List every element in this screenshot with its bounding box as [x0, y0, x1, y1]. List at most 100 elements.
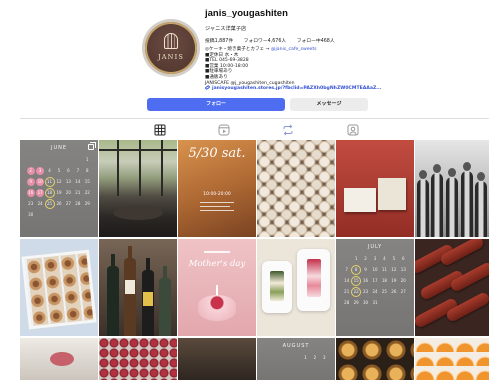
- calendar-day: 5: [57, 168, 61, 173]
- post-tile[interactable]: [336, 140, 414, 237]
- profile-stats: 投稿1,887件 フォロワー4,676人 フォロー中468人: [205, 37, 344, 44]
- calendar-day: 15: [84, 179, 90, 184]
- gift-box-shape: [378, 178, 406, 210]
- calendar-day: 20: [65, 190, 71, 195]
- bio-link-text: janisyougashiten.stores.jp/?fbclid=PAZXh…: [212, 86, 382, 92]
- calendar-blank: [74, 211, 82, 219]
- post-tile-calendar[interactable]: JULY 1 2 3 4 5 6 7 8 9 10 11 12 13 14 15 16 17 18 19 20 21 22…: [336, 239, 414, 336]
- calendar-day: 16: [363, 278, 369, 283]
- calendar-blank: [36, 211, 44, 219]
- post-tile[interactable]: [336, 338, 414, 380]
- calendar-blank: [273, 354, 281, 362]
- calendar-day: 18: [47, 190, 53, 195]
- calendar-day: 31: [372, 300, 378, 305]
- calendar-day: 30: [363, 300, 369, 305]
- calendar-day: 17: [36, 189, 45, 197]
- calendar-blank: [264, 354, 272, 362]
- post-tile[interactable]: [257, 140, 335, 237]
- calendar-day: 8: [352, 266, 360, 274]
- profile-avatar[interactable]: JANIS: [142, 19, 200, 77]
- gift-box-shape: [344, 188, 376, 212]
- message-button[interactable]: メッセージ: [290, 98, 368, 111]
- calendar-blank: [399, 299, 407, 307]
- post-tile[interactable]: [99, 239, 177, 336]
- posts-count: 投稿1,887件: [205, 39, 234, 44]
- post-tile[interactable]: [20, 239, 98, 336]
- calendar-day: 5: [392, 256, 396, 261]
- calendar-day: 22: [84, 190, 90, 195]
- post-tile[interactable]: [178, 338, 256, 380]
- calendar-day: 26: [391, 289, 397, 294]
- calendar-day: 14: [75, 179, 81, 184]
- post-tile[interactable]: [257, 239, 335, 336]
- link-icon: [204, 84, 211, 91]
- post-tile[interactable]: [99, 140, 177, 237]
- calendar-day: 23: [363, 289, 369, 294]
- calendar-day: 9: [364, 267, 367, 272]
- calendar-day: 8: [86, 168, 89, 173]
- person-shape: [475, 172, 487, 237]
- calendar-day: 2: [313, 355, 317, 360]
- calendar-day: 11: [381, 267, 387, 272]
- following-count[interactable]: フォロー中468人: [297, 39, 335, 44]
- calendar-day: 19: [391, 278, 397, 283]
- calendar-day: 24: [372, 289, 378, 294]
- calendar-day: 9: [26, 178, 35, 186]
- calendar-day: 7: [76, 168, 80, 173]
- pastry-shape: [438, 239, 486, 268]
- calendar-blank: [343, 255, 351, 263]
- followers-count[interactable]: フォロワー4,676人: [244, 39, 287, 44]
- bio-external-link[interactable]: janisyougashiten.stores.jp/?fbclid=PAZXh…: [204, 84, 382, 92]
- calendar-day: 1: [354, 256, 358, 261]
- calendar-day: 6: [402, 256, 405, 261]
- tab-tagged[interactable]: [347, 124, 359, 136]
- calendar-day: 3: [373, 256, 377, 261]
- logo-text: JANIS: [157, 53, 184, 61]
- post-overlay-title: 5/30 sat.: [188, 146, 246, 161]
- window-frame: [117, 140, 119, 196]
- calendar-day: 30: [28, 212, 34, 217]
- person-shape: [461, 162, 473, 237]
- post-tile[interactable]: 5/30 sat. 10:00-20:00: [178, 140, 256, 237]
- bottle-shape: [107, 254, 119, 336]
- tagged-icon: [347, 124, 359, 136]
- cookie-box-shape: [21, 249, 97, 330]
- cake-slice-shape: [270, 271, 284, 301]
- calendar-day: 3: [323, 355, 326, 360]
- calendar-day: 24: [37, 201, 43, 206]
- cake-shape: [198, 295, 236, 321]
- post-tile[interactable]: Mother's day: [178, 239, 256, 336]
- tab-reels[interactable]: [218, 124, 230, 136]
- post-tile-calendar[interactable]: JUNE 1 2 3 4 5 6 7 8 9 10 11 12 13 14 15 16 17 18 19 20 21 22…: [20, 140, 98, 237]
- post-tile[interactable]: [99, 338, 177, 380]
- calendar-blank: [27, 156, 35, 164]
- calendar-day: 19: [56, 190, 62, 195]
- bio-mention-link[interactable]: @janis_cafe_sweets: [271, 47, 317, 52]
- calendar-day: 2: [26, 167, 35, 175]
- calendar-blank: [46, 156, 54, 164]
- calendar-blank: [55, 156, 63, 164]
- post-tile[interactable]: [20, 338, 98, 380]
- profile-username: janis_yougashiten: [205, 8, 288, 19]
- post-tile[interactable]: [415, 338, 489, 380]
- post-tile[interactable]: [415, 239, 489, 336]
- tab-reposts[interactable]: [282, 124, 294, 136]
- calendar-blank: [64, 211, 72, 219]
- calendar-day: 12: [391, 267, 397, 272]
- profile-display-name: ジャニス洋菓子店: [205, 26, 247, 32]
- calendar-day: 11: [47, 179, 53, 184]
- tab-posts[interactable]: [154, 124, 166, 136]
- tabs-divider: [20, 118, 489, 119]
- follow-button[interactable]: フォロー: [147, 98, 285, 111]
- calendar-day: 28: [344, 300, 350, 305]
- calendar-day: 21: [344, 289, 350, 294]
- calendar-day: 15: [353, 278, 359, 283]
- post-tile[interactable]: [415, 140, 489, 237]
- table-shape: [113, 206, 163, 220]
- calendar-day: 7: [345, 267, 348, 272]
- post-tile-calendar[interactable]: AUGUST 1 2 3: [257, 338, 335, 380]
- post-overlay-title: Mother's day: [188, 259, 246, 269]
- calendar-blank: [64, 156, 72, 164]
- calendar-day: 14: [344, 278, 350, 283]
- person-shape: [417, 170, 429, 237]
